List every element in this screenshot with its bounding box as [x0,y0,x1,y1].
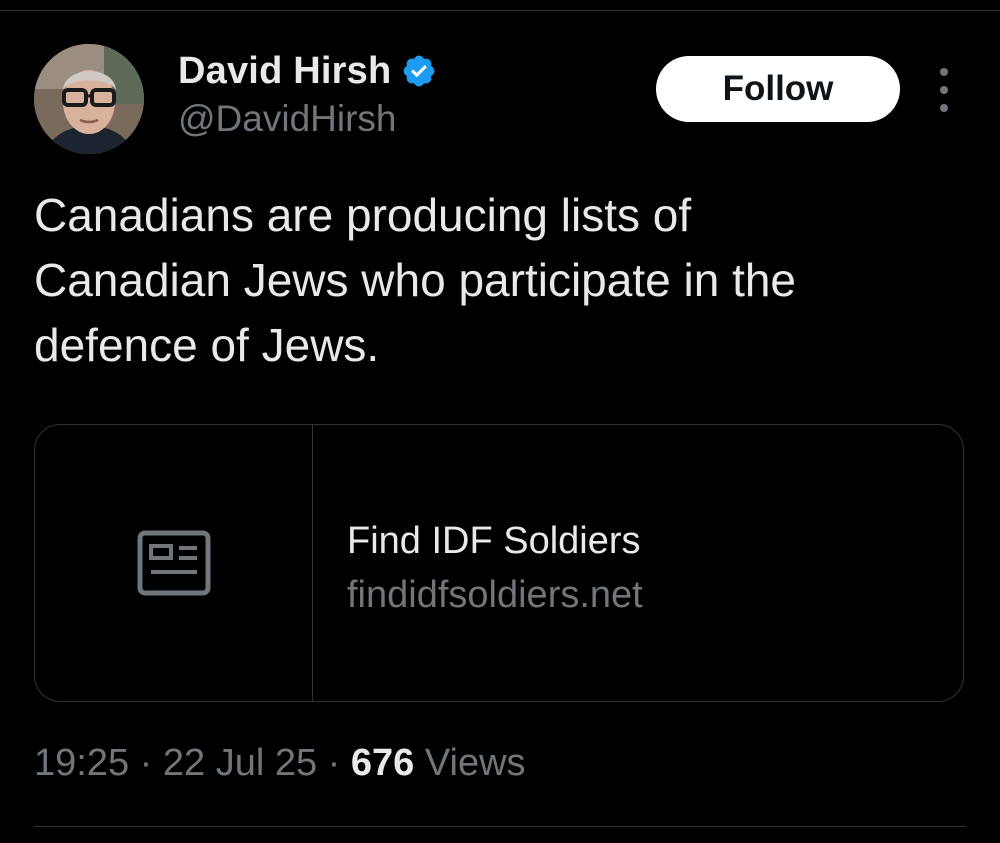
link-card[interactable]: Find IDF Soldiers findidfsoldiers.net [34,424,964,702]
avatar-photo [34,44,144,154]
avatar[interactable] [34,44,144,154]
more-vertical-icon[interactable] [926,68,962,112]
article-icon [137,530,210,596]
views-count[interactable]: 676 [351,742,414,785]
follow-button[interactable]: Follow [656,56,900,122]
bottom-divider [34,826,966,827]
link-card-media [35,425,313,701]
link-card-domain: findidfsoldiers.net [347,574,643,616]
tweet-date[interactable]: 22 Jul 25 [163,742,317,785]
top-divider [0,10,1000,11]
meta-separator: · [317,742,351,784]
views-label: Views [414,742,526,784]
display-name-row: David Hirsh [178,48,437,94]
display-name[interactable]: David Hirsh [178,50,391,93]
tweet-meta: 19:25 · 22 Jul 25 · 676 Views [34,742,526,785]
meta-separator: · [129,742,163,784]
tweet-text: Canadians are producing lists of Canadia… [34,189,797,371]
tweet-time[interactable]: 19:25 [34,742,129,785]
verified-badge-icon [404,55,435,87]
author-handle[interactable]: @DavidHirsh [178,98,437,140]
author-info[interactable]: David Hirsh @DavidHirsh [178,48,437,140]
link-card-body: Find IDF Soldiers findidfsoldiers.net [347,517,643,619]
link-card-title: Find IDF Soldiers [347,520,641,562]
